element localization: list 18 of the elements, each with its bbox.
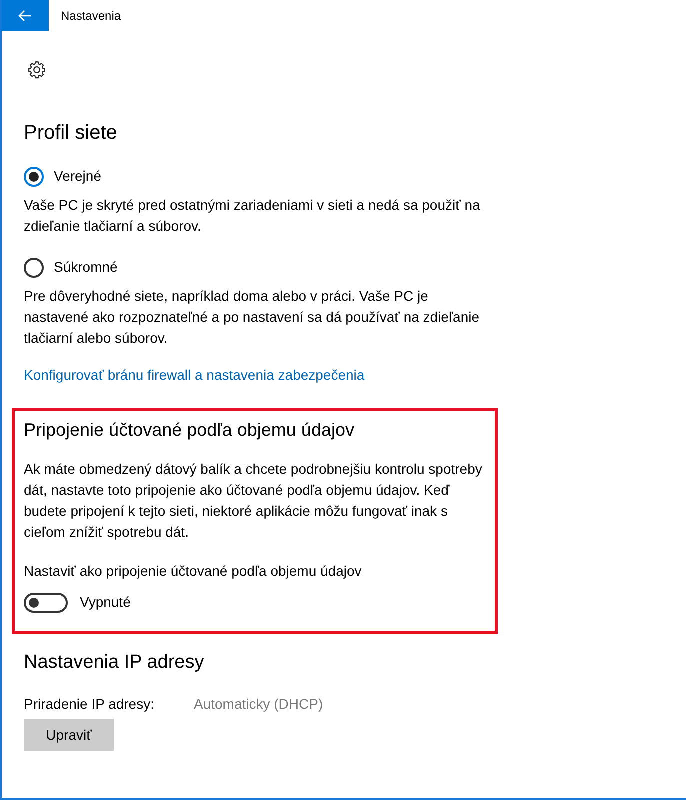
radio-button[interactable]: Súkromné [24,257,118,278]
option-description: Vaše PC je skryté pred ostatnými zariadeniami v sieti a nedá sa použiť na zdieľanie tlačiarní a súborov. [24,196,482,236]
edit-button[interactable]: Upraviť [24,719,114,751]
option-description: Pre dôveryhodné siete, napríklad doma alebo v práci. Vaše PC je nastavené ako rozpoznateľné a po nastavení sa dá používať na zdieľanie tlačiarní alebo súborov. [24,287,481,348]
section-heading: Nastavenia IP adresy [24,651,206,675]
toggle-state: Vypnuté [80,593,131,612]
ip-value: Automaticky (DHCP) [194,695,324,714]
radio-button[interactable]: Verejné [24,166,102,187]
back-arrow-icon [18,10,32,22]
settings-icon [27,60,47,80]
ip-label: Priradenie IP adresy: [24,695,156,714]
metered-description: Ak máte obmedzený dátový balík a chcete podrobnejšiu kontrolu spotreby dát, nastavte toto pripojenie ako účtované podľa objemu údajov. Keď budete pripojení k tejto sieti, niektoré aplikácie môžu fungovať inak s cieľom znížiť spotrebu dát. [24,460,484,542]
window-title: Nastavenia [61,8,122,24]
toggle-switch[interactable] [24,592,68,612]
firewall-link[interactable]: Konfigurovať bránu firewall a nastavenia zabezpečenia [24,365,365,386]
section-heading: Profil siete [24,121,118,146]
section-heading: Pripojenie účtované podľa objemu údajov [24,419,356,442]
toggle-label: Nastaviť ako pripojenie účtované podľa objemu údajov [24,562,363,581]
